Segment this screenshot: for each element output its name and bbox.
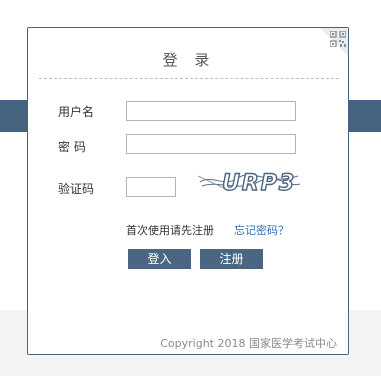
username-label: 用户名 <box>58 105 95 119</box>
captcha-label: 验证码 <box>58 182 95 196</box>
first-use-note: 首次使用请先注册 <box>126 224 214 237</box>
login-title: 登 录 <box>162 51 216 69</box>
title-divider <box>39 78 339 79</box>
login-button[interactable]: 登入 <box>128 249 191 269</box>
captcha-text: URP3 <box>222 171 296 196</box>
password-label: 密 码 <box>58 140 86 154</box>
qr-code-icon <box>330 31 346 47</box>
captcha-image[interactable]: URP3 <box>198 166 302 196</box>
username-input[interactable] <box>126 101 296 121</box>
copyright-text: Copyright 2018 国家医学考试中心 <box>160 337 337 350</box>
login-panel: 登 录 用户名 密 码 验证码 URP3 首次使用请先注册 忘记密码？ 登入 注… <box>27 27 349 355</box>
captcha-input[interactable] <box>126 177 176 197</box>
forgot-password-link[interactable]: 忘记密码？ <box>234 222 289 238</box>
password-input[interactable] <box>126 134 296 154</box>
register-button[interactable]: 注册 <box>200 249 263 269</box>
